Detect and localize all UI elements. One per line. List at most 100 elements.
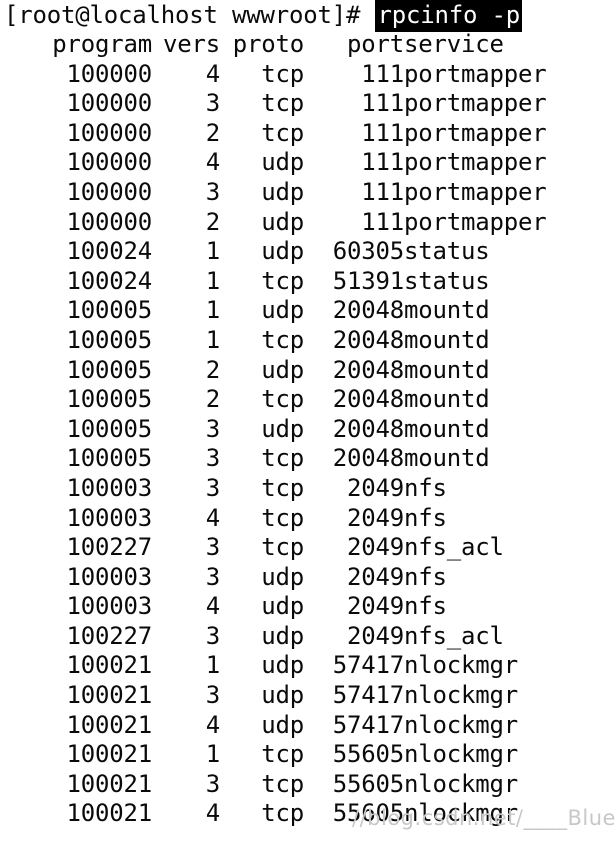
- cell-proto: tcp: [261, 59, 304, 88]
- cell-program: 100227: [66, 533, 153, 562]
- cell-proto: udp: [261, 177, 304, 206]
- cell-port: 2049: [347, 503, 404, 532]
- cell-vers: 3: [205, 414, 220, 443]
- cell-service: nfs: [404, 503, 447, 532]
- table-row: 100000 2 udp 111 portmapper: [0, 208, 616, 238]
- cell-port: 20048: [332, 414, 404, 443]
- cell-service: nfs: [404, 562, 447, 591]
- cell-vers: 4: [205, 799, 220, 828]
- table-row: 100021 1 udp 57417 nlockmgr: [0, 651, 616, 681]
- cell-service: mountd: [404, 296, 490, 325]
- cell-service: nlockmgr: [404, 710, 518, 739]
- cell-proto: tcp: [261, 533, 304, 562]
- cell-proto: tcp: [261, 473, 304, 502]
- cell-proto: udp: [261, 237, 304, 266]
- cell-proto: udp: [261, 592, 304, 621]
- cell-port: 55605: [332, 769, 404, 798]
- cell-port: 2049: [347, 621, 404, 650]
- cell-vers: 3: [205, 177, 220, 206]
- cell-service: mountd: [404, 444, 490, 473]
- cell-proto: tcp: [261, 444, 304, 473]
- cell-service: nlockmgr: [404, 799, 518, 828]
- table-body: 100000 4 tcp 111 portmapper 100000 3 tcp 111 port…: [0, 60, 616, 829]
- table-row: 100003 3 udp 2049 nfs: [0, 563, 616, 593]
- cell-program: 100005: [66, 385, 153, 414]
- table-header-row: program vers proto port service: [0, 30, 616, 60]
- table-row: 100005 3 tcp 20048 mountd: [0, 444, 616, 474]
- cell-port: 20048: [332, 355, 404, 384]
- table-row: 100005 2 tcp 20048 mountd: [0, 385, 616, 415]
- cell-vers: 1: [205, 237, 220, 266]
- table-row: 100021 4 udp 57417 nlockmgr: [0, 711, 616, 741]
- cell-program: 100000: [66, 118, 153, 147]
- cell-proto: tcp: [261, 325, 304, 354]
- cell-program: 100021: [66, 769, 153, 798]
- cell-port: 2049: [347, 592, 404, 621]
- cell-program: 100005: [66, 355, 153, 384]
- cell-program: 100024: [66, 266, 153, 295]
- cell-port: 20048: [332, 385, 404, 414]
- cell-vers: 4: [205, 503, 220, 532]
- cell-proto: udp: [261, 562, 304, 591]
- cell-service: nlockmgr: [404, 681, 518, 710]
- column-header-vers: vers: [163, 30, 220, 58]
- cell-program: 100021: [66, 651, 153, 680]
- cell-port: 111: [361, 148, 404, 177]
- cell-vers: 1: [205, 651, 220, 680]
- cell-proto: udp: [261, 414, 304, 443]
- cell-vers: 3: [205, 621, 220, 650]
- cell-proto: tcp: [261, 769, 304, 798]
- cell-service: nlockmgr: [404, 651, 518, 680]
- cell-port: 111: [361, 59, 404, 88]
- cell-vers: 3: [205, 444, 220, 473]
- column-header-proto: proto: [232, 30, 304, 58]
- cell-service: portmapper: [404, 207, 547, 236]
- cell-proto: udp: [261, 207, 304, 236]
- cell-program: 100003: [66, 473, 153, 502]
- cell-port: 57417: [332, 651, 404, 680]
- cell-proto: tcp: [261, 503, 304, 532]
- cell-service: portmapper: [404, 148, 547, 177]
- cell-port: 111: [361, 207, 404, 236]
- table-row: 100021 4 tcp 55605 nlockmgr: [0, 799, 616, 829]
- table-row: 100003 4 udp 2049 nfs: [0, 592, 616, 622]
- command-text[interactable]: rpcinfo -p: [375, 0, 522, 32]
- cell-service: mountd: [404, 414, 490, 443]
- table-row: 100021 1 tcp 55605 nlockmgr: [0, 740, 616, 770]
- cell-proto: tcp: [261, 266, 304, 295]
- cell-program: 100227: [66, 621, 153, 650]
- cell-vers: 1: [205, 266, 220, 295]
- cell-vers: 4: [205, 59, 220, 88]
- cell-port: 60305: [332, 237, 404, 266]
- cell-vers: 3: [205, 769, 220, 798]
- cell-service: mountd: [404, 355, 490, 384]
- cell-service: portmapper: [404, 118, 547, 147]
- cell-port: 55605: [332, 799, 404, 828]
- column-header-program: program: [52, 30, 152, 58]
- table-row: 100021 3 udp 57417 nlockmgr: [0, 681, 616, 711]
- cell-port: 2049: [347, 473, 404, 502]
- cell-vers: 1: [205, 740, 220, 769]
- cell-service: nfs: [404, 592, 447, 621]
- cell-vers: 4: [205, 592, 220, 621]
- cell-program: 100021: [66, 710, 153, 739]
- cell-vers: 2: [205, 207, 220, 236]
- table-row: 100005 1 tcp 20048 mountd: [0, 326, 616, 356]
- cell-proto: udp: [261, 296, 304, 325]
- cell-port: 20048: [332, 296, 404, 325]
- cell-proto: tcp: [261, 118, 304, 147]
- table-row: 100003 4 tcp 2049 nfs: [0, 504, 616, 534]
- cell-program: 100000: [66, 148, 153, 177]
- cell-program: 100005: [66, 444, 153, 473]
- cell-service: mountd: [404, 385, 490, 414]
- cell-vers: 4: [205, 710, 220, 739]
- cell-program: 100000: [66, 89, 153, 118]
- cell-port: 111: [361, 89, 404, 118]
- cell-port: 51391: [332, 266, 404, 295]
- cell-program: 100005: [66, 296, 153, 325]
- cell-port: 2049: [347, 562, 404, 591]
- table-row: 100005 2 udp 20048 mountd: [0, 356, 616, 386]
- cell-program: 100000: [66, 207, 153, 236]
- cell-vers: 1: [205, 325, 220, 354]
- cell-service: status: [404, 237, 490, 266]
